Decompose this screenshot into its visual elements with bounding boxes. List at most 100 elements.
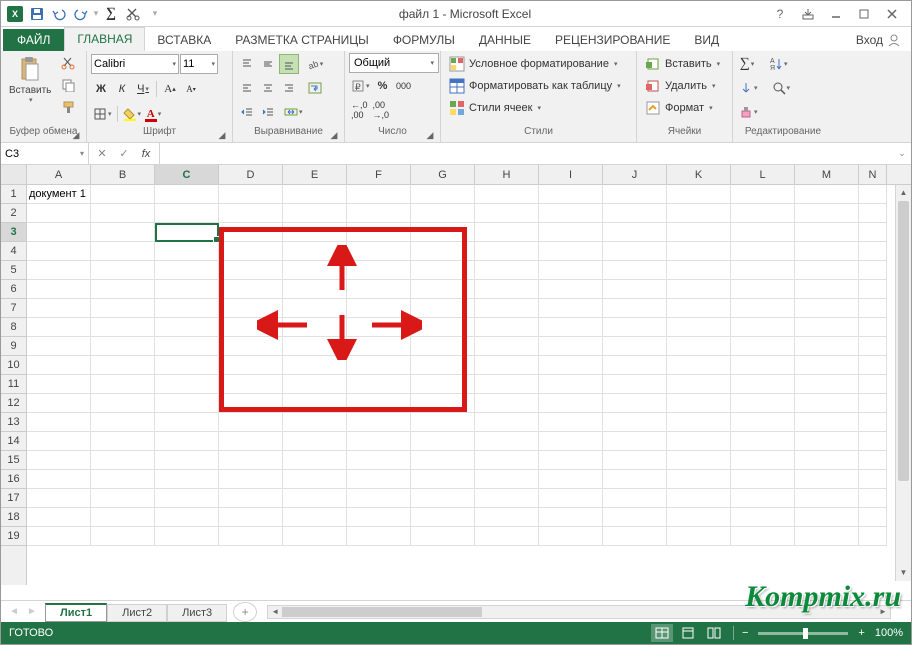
cell[interactable] (411, 470, 475, 489)
tab-view[interactable]: ВИД (682, 29, 731, 51)
cell[interactable] (411, 451, 475, 470)
sum-icon[interactable]: ∑ (101, 4, 121, 24)
cell[interactable] (859, 318, 887, 337)
cell[interactable] (283, 337, 347, 356)
cell[interactable] (219, 299, 283, 318)
cell[interactable] (539, 451, 603, 470)
sheet-tab-3[interactable]: Лист3 (167, 604, 227, 622)
cell[interactable]: документ 1 (27, 185, 91, 204)
column-header[interactable]: B (91, 165, 155, 184)
row-header[interactable]: 13 (1, 413, 26, 432)
cell[interactable] (731, 242, 795, 261)
zoom-in-icon[interactable]: + (858, 627, 864, 639)
cell[interactable] (603, 185, 667, 204)
merge-center-icon[interactable]: ▾ (284, 102, 303, 122)
cell[interactable] (27, 204, 91, 223)
font-color-icon[interactable]: A▾ (144, 104, 164, 124)
launcher-icon[interactable]: ◢ (216, 130, 228, 142)
cell[interactable] (219, 470, 283, 489)
cell[interactable] (603, 337, 667, 356)
help-icon[interactable]: ? (769, 5, 791, 23)
cell[interactable] (795, 489, 859, 508)
cell[interactable] (795, 185, 859, 204)
vertical-scrollbar[interactable]: ▲ ▼ (895, 185, 911, 581)
cell[interactable] (731, 451, 795, 470)
cell[interactable] (603, 356, 667, 375)
cell[interactable] (347, 261, 411, 280)
increase-decimal-icon[interactable]: ←,0,00 (349, 100, 370, 120)
row-header[interactable]: 5 (1, 261, 26, 280)
cell[interactable] (731, 413, 795, 432)
cell[interactable] (91, 356, 155, 375)
cell[interactable] (411, 508, 475, 527)
cell[interactable] (411, 413, 475, 432)
cell[interactable] (731, 185, 795, 204)
tab-home[interactable]: ГЛАВНАЯ (64, 27, 145, 51)
cell[interactable] (539, 375, 603, 394)
scroll-up-icon[interactable]: ▲ (896, 185, 911, 201)
clear-icon[interactable]: ▾ (737, 102, 760, 122)
cell[interactable] (27, 318, 91, 337)
zoom-value[interactable]: 100% (875, 627, 903, 639)
tab-data[interactable]: ДАННЫЕ (467, 29, 543, 51)
close-icon[interactable] (881, 5, 903, 23)
excel-app-icon[interactable]: X (5, 4, 25, 24)
cell[interactable] (91, 204, 155, 223)
row-header[interactable]: 15 (1, 451, 26, 470)
cell[interactable] (155, 394, 219, 413)
cell[interactable] (219, 508, 283, 527)
cell[interactable] (539, 242, 603, 261)
cell[interactable] (91, 261, 155, 280)
formula-input[interactable] (160, 143, 893, 164)
cell[interactable] (603, 413, 667, 432)
cell[interactable] (347, 451, 411, 470)
delete-cells-button[interactable]: Удалить▾ (641, 75, 720, 97)
cell[interactable] (539, 413, 603, 432)
cell[interactable] (603, 432, 667, 451)
cell[interactable] (539, 299, 603, 318)
cell[interactable] (475, 394, 539, 413)
align-center-icon[interactable] (258, 78, 278, 98)
cell[interactable] (347, 413, 411, 432)
column-header[interactable]: E (283, 165, 347, 184)
cell[interactable] (27, 337, 91, 356)
row-header[interactable]: 10 (1, 356, 26, 375)
cell[interactable] (731, 489, 795, 508)
cell[interactable] (283, 470, 347, 489)
cell[interactable] (795, 337, 859, 356)
cell[interactable] (219, 394, 283, 413)
cancel-formula-icon[interactable]: ✕ (93, 145, 111, 163)
cell[interactable] (411, 375, 475, 394)
cell[interactable] (475, 432, 539, 451)
autosum-icon[interactable]: ∑▾ (737, 54, 757, 74)
align-right-icon[interactable] (279, 78, 299, 98)
new-sheet-button[interactable]: + (233, 602, 257, 622)
cell[interactable] (475, 451, 539, 470)
column-header[interactable]: H (475, 165, 539, 184)
cell[interactable] (795, 413, 859, 432)
cell[interactable] (155, 318, 219, 337)
underline-button[interactable]: Ч▾ (133, 79, 153, 99)
cell[interactable] (155, 432, 219, 451)
cell[interactable] (347, 223, 411, 242)
cell[interactable] (731, 508, 795, 527)
cell[interactable] (411, 280, 475, 299)
ribbon-options-icon[interactable] (797, 5, 819, 23)
cell[interactable] (859, 242, 887, 261)
align-bottom-icon[interactable] (279, 54, 299, 74)
cell[interactable] (91, 413, 155, 432)
cell[interactable] (859, 185, 887, 204)
cell[interactable] (411, 299, 475, 318)
cell[interactable] (475, 508, 539, 527)
cell[interactable] (475, 185, 539, 204)
cell[interactable] (859, 204, 887, 223)
orientation-icon[interactable]: ab▾ (305, 54, 325, 74)
cell[interactable] (347, 242, 411, 261)
cell[interactable] (475, 470, 539, 489)
wrap-text-icon[interactable] (305, 78, 325, 98)
format-painter-icon[interactable] (58, 97, 78, 117)
tab-page-layout[interactable]: РАЗМЕТКА СТРАНИЦЫ (223, 29, 381, 51)
cell[interactable] (411, 527, 475, 546)
cell[interactable] (859, 527, 887, 546)
cell[interactable] (347, 394, 411, 413)
